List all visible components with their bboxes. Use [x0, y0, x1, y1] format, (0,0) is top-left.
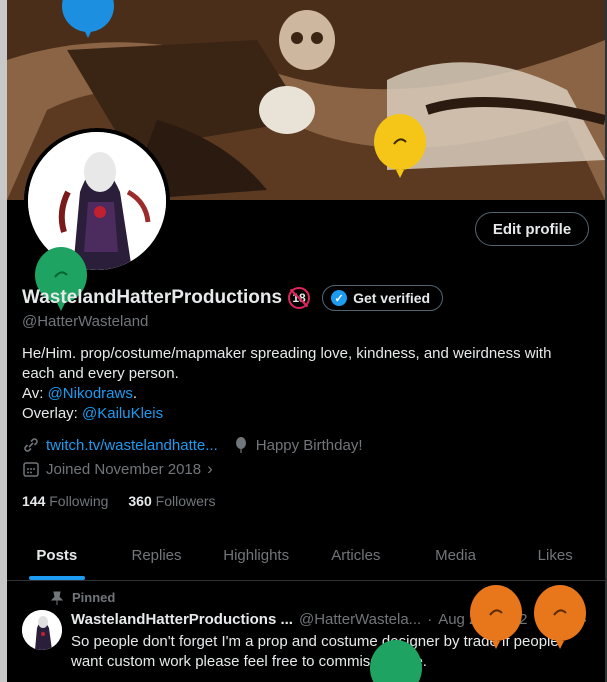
post-separator: ·	[427, 611, 433, 628]
get-verified-label: Get verified	[353, 290, 431, 306]
profile-handle: @HatterWasteland	[22, 313, 149, 330]
age-restriction-badge: 18	[288, 287, 311, 309]
bio-av-suffix: .	[132, 385, 137, 402]
follow-stats: 144 Following 360 Followers	[22, 493, 216, 509]
balloon-orange-icon	[470, 585, 522, 649]
edit-profile-button[interactable]: Edit profile	[475, 212, 589, 246]
following-link[interactable]: 144 Following	[22, 493, 108, 509]
followers-link[interactable]: 360 Followers	[128, 493, 215, 509]
pin-icon	[50, 591, 64, 605]
profile-name-row: WastelandHatterProductions 18 ✓ Get veri…	[22, 285, 444, 311]
website-link[interactable]: twitch.tv/wastelandhatte...	[46, 437, 218, 454]
tab-posts-label: Posts	[36, 546, 78, 564]
birthday-text: Happy Birthday!	[255, 436, 363, 454]
post-author-name[interactable]: WastelandHatterProductions ...	[71, 611, 293, 628]
tab-articles[interactable]: Articles	[306, 530, 406, 580]
calendar-icon	[23, 462, 39, 477]
display-name: WastelandHatterProductions	[22, 287, 283, 308]
balloon-birthday-icon	[235, 437, 246, 453]
post-author-handle[interactable]: @HatterWastela...	[299, 611, 421, 628]
tab-articles-label: Articles	[331, 546, 381, 564]
tab-likes-label: Likes	[537, 546, 573, 564]
joined-row[interactable]: Joined November 2018 ›	[22, 459, 213, 479]
pinned-indicator: Pinned	[50, 590, 115, 605]
balloon-green-icon	[370, 640, 422, 682]
joined-date: Joined November 2018	[46, 460, 202, 478]
profile-tabs: Posts Replies Highlights Articles Media …	[7, 530, 605, 581]
get-verified-button[interactable]: ✓ Get verified	[322, 285, 444, 311]
verified-check-icon: ✓	[331, 290, 348, 306]
profile-meta-row: twitch.tv/wastelandhatte... Happy Birthd…	[22, 436, 363, 454]
followers-label: Followers	[155, 493, 216, 509]
bio-overlay-prefix: Overlay:	[22, 405, 83, 422]
post-avatar-illustration	[22, 610, 62, 650]
following-label: Following	[49, 493, 109, 509]
post-header: WastelandHatterProductions ... @HatterWa…	[71, 611, 527, 628]
bio-overlay-line: Overlay: @KailuKleis	[22, 404, 582, 424]
bio-text: He/Him. prop/costume/mapmaker spreading …	[22, 345, 552, 382]
tab-posts[interactable]: Posts	[7, 530, 107, 580]
balloon-orange-icon	[534, 585, 586, 649]
balloon-yellow-icon	[374, 114, 426, 178]
tab-highlights[interactable]: Highlights	[206, 530, 306, 580]
bio-av-link[interactable]: @Nikodraws	[48, 385, 133, 402]
window-frame-left	[0, 0, 7, 682]
tab-media-label: Media	[435, 546, 476, 564]
following-count: 144	[22, 493, 46, 509]
bio-av-line: Av: @Nikodraws.	[22, 384, 582, 404]
balloon-blue-icon	[62, 0, 114, 38]
pinned-label: Pinned	[72, 590, 116, 605]
tab-media[interactable]: Media	[406, 530, 506, 580]
active-tab-indicator	[28, 576, 85, 580]
profile-bio: He/Him. prop/costume/mapmaker spreading …	[22, 344, 582, 424]
tab-likes[interactable]: Likes	[505, 530, 605, 580]
tab-replies-label: Replies	[131, 546, 182, 564]
followers-count: 360	[128, 493, 152, 509]
post-author-avatar[interactable]	[22, 610, 62, 650]
link-icon	[24, 438, 38, 452]
tab-highlights-label: Highlights	[223, 546, 290, 564]
tab-replies[interactable]: Replies	[107, 530, 207, 580]
bio-av-prefix: Av:	[22, 385, 48, 402]
bio-overlay-link[interactable]: @KailuKleis	[82, 405, 163, 422]
chevron-right-icon: ›	[207, 459, 213, 478]
